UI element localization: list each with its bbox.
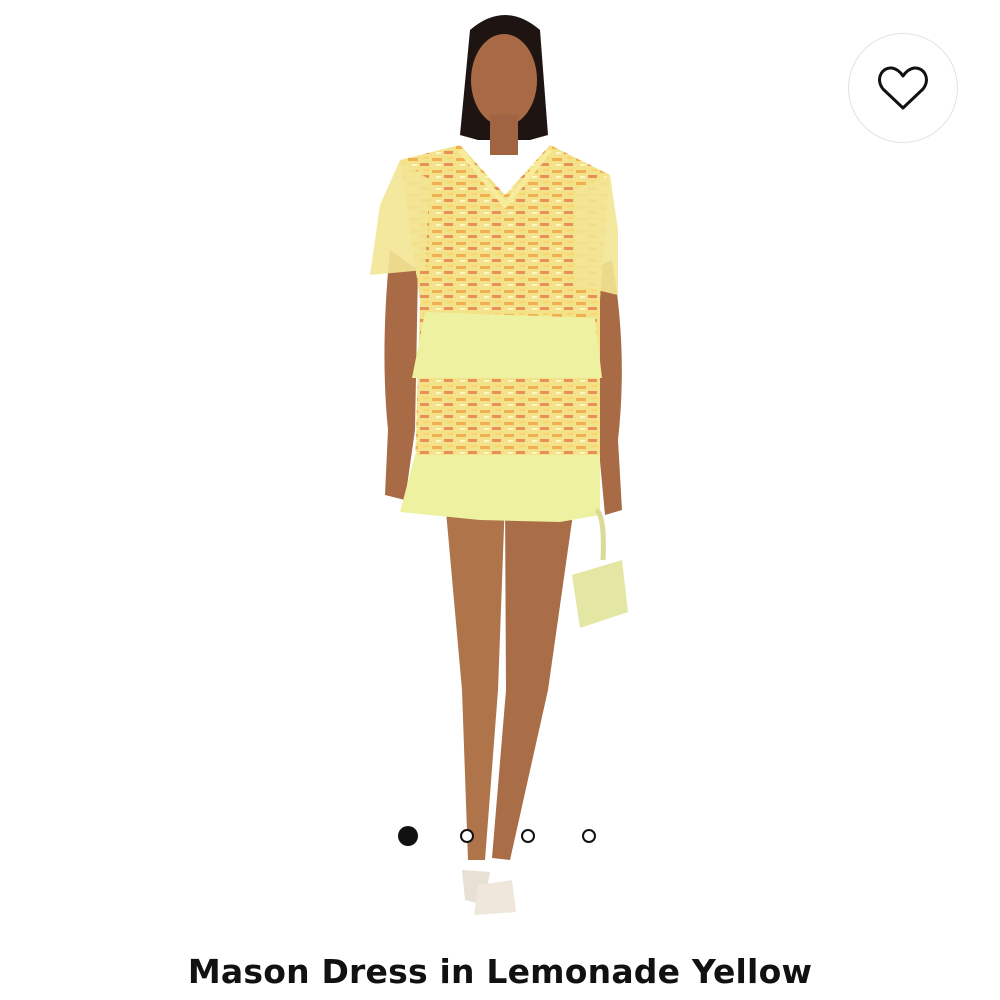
- carousel-dot-4[interactable]: [582, 829, 596, 843]
- product-view: Mason Dress in Lemonade Yellow: [0, 0, 1000, 1000]
- carousel-dot-2[interactable]: [460, 829, 474, 843]
- favorite-button[interactable]: [848, 33, 958, 143]
- carousel-dot-1[interactable]: [398, 826, 418, 846]
- product-title: Mason Dress in Lemonade Yellow: [187, 952, 813, 991]
- carousel-indicators: [398, 825, 596, 847]
- product-image[interactable]: [0, 0, 1000, 940]
- heart-icon: [878, 66, 928, 110]
- carousel-dot-3[interactable]: [521, 829, 535, 843]
